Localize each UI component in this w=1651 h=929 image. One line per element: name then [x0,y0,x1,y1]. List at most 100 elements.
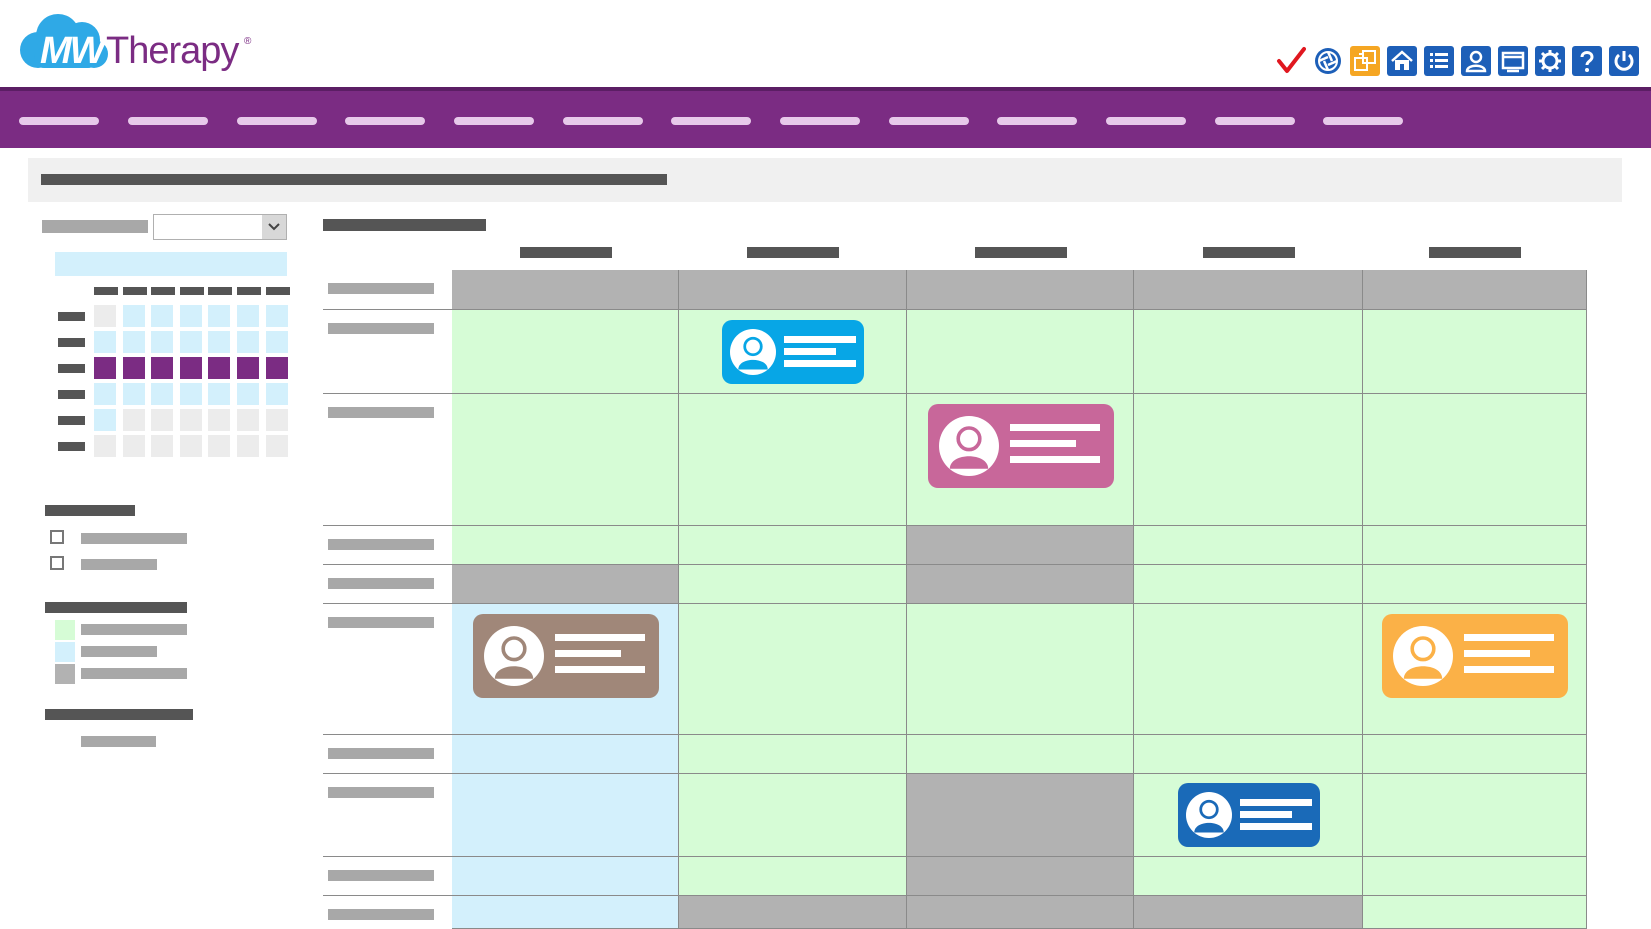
mini-calendar-day[interactable] [122,383,145,405]
schedule-slot[interactable] [907,735,1134,774]
mini-calendar-day[interactable] [208,435,231,457]
mini-calendar-day[interactable] [151,305,174,327]
mini-calendar-day[interactable] [208,409,231,431]
mini-calendar-day[interactable] [94,331,116,353]
mini-calendar-day[interactable] [265,435,288,457]
nav-item[interactable] [19,117,99,125]
nav-item[interactable] [671,117,751,125]
nav-item[interactable] [889,117,969,125]
schedule-slot[interactable] [1134,735,1363,774]
checkmark-icon[interactable] [1276,46,1306,76]
mini-calendar-header[interactable] [55,252,287,276]
mini-calendar-day[interactable] [237,435,259,457]
nav-item[interactable] [997,117,1077,125]
schedule-slot[interactable] [1134,604,1363,735]
filter-checkbox[interactable] [50,530,64,544]
schedule-slot[interactable] [907,526,1134,565]
schedule-slot[interactable] [907,857,1134,896]
mini-calendar-day[interactable] [179,409,202,431]
schedule-slot[interactable] [1134,394,1363,526]
schedule-slot[interactable] [1134,565,1363,604]
appointment-card[interactable] [722,320,864,384]
schedule-slot[interactable] [452,394,679,526]
schedule-slot[interactable] [1363,394,1587,526]
mini-calendar-day[interactable] [208,305,231,327]
aperture-icon[interactable] [1313,46,1343,76]
filter-checkbox[interactable] [50,556,64,570]
mini-calendar-day[interactable] [179,383,202,405]
mini-calendar-day[interactable] [94,305,116,327]
schedule-slot[interactable] [679,857,907,896]
mini-calendar-day[interactable] [208,357,231,379]
schedule-slot[interactable] [1363,270,1587,310]
schedule-slot[interactable] [679,394,907,526]
mini-calendar-day[interactable] [237,331,259,353]
schedule-slot[interactable] [1363,310,1587,394]
mini-calendar-day[interactable] [122,357,145,379]
chevron-down-icon[interactable] [262,215,286,239]
mini-calendar-day[interactable] [94,435,116,457]
mini-calendar-day[interactable] [208,331,231,353]
schedule-slot[interactable] [907,774,1134,857]
schedule-slot[interactable] [907,310,1134,394]
mini-calendar-day[interactable] [265,409,288,431]
mini-calendar-day[interactable] [265,357,288,379]
schedule-slot[interactable] [452,526,679,565]
mini-calendar-day[interactable] [94,383,116,405]
schedule-slot[interactable] [679,526,907,565]
mini-calendar-day[interactable] [208,383,231,405]
mini-calendar-day[interactable] [122,409,145,431]
schedule-slot[interactable] [679,896,907,929]
schedule-slot[interactable] [679,735,907,774]
window-icon[interactable] [1498,46,1528,76]
mini-calendar-day[interactable] [94,357,116,379]
schedule-slot[interactable] [1134,310,1363,394]
schedule-slot[interactable] [1363,896,1587,929]
mini-calendar-day[interactable] [237,409,259,431]
nav-item[interactable] [237,117,317,125]
schedule-slot[interactable] [1363,735,1587,774]
schedule-slot[interactable] [1363,565,1587,604]
mini-calendar-day[interactable] [122,331,145,353]
nav-item[interactable] [128,117,208,125]
gear-icon[interactable] [1535,46,1565,76]
mini-calendar-day[interactable] [179,435,202,457]
nav-item[interactable] [1215,117,1295,125]
nav-item[interactable] [1323,117,1403,125]
schedule-slot[interactable] [452,857,679,896]
power-icon[interactable] [1609,46,1639,76]
schedule-slot[interactable] [452,774,679,857]
schedule-slot[interactable] [1134,896,1363,929]
mini-calendar-day[interactable] [151,357,174,379]
mini-calendar-day[interactable] [179,305,202,327]
mini-calendar-day[interactable] [122,305,145,327]
schedule-slot[interactable] [1134,857,1363,896]
appointment-card[interactable] [1382,614,1568,698]
help-icon[interactable] [1572,46,1602,76]
mini-calendar-day[interactable] [179,331,202,353]
mini-calendar-day[interactable] [237,383,259,405]
schedule-slot[interactable] [679,774,907,857]
schedule-slot[interactable] [907,896,1134,929]
schedule-slot[interactable] [1134,270,1363,310]
schedule-slot[interactable] [452,565,679,604]
nav-item[interactable] [563,117,643,125]
mini-calendar-day[interactable] [265,331,288,353]
mini-calendar-day[interactable] [151,383,174,405]
nav-item[interactable] [780,117,860,125]
appointment-card[interactable] [472,614,659,698]
mini-calendar-day[interactable] [237,357,259,379]
nav-item[interactable] [454,117,534,125]
schedule-slot[interactable] [1363,526,1587,565]
schedule-slot[interactable] [1363,857,1587,896]
provider-select[interactable] [153,214,287,240]
transfer-icon[interactable] [1350,46,1380,76]
schedule-slot[interactable] [679,604,907,735]
mini-calendar-day[interactable] [122,435,145,457]
mini-calendar-day[interactable] [265,383,288,405]
schedule-slot[interactable] [452,735,679,774]
mini-calendar-day[interactable] [179,357,202,379]
mini-calendar-day[interactable] [237,305,259,327]
schedule-slot[interactable] [452,310,679,394]
mini-calendar-day[interactable] [151,409,174,431]
